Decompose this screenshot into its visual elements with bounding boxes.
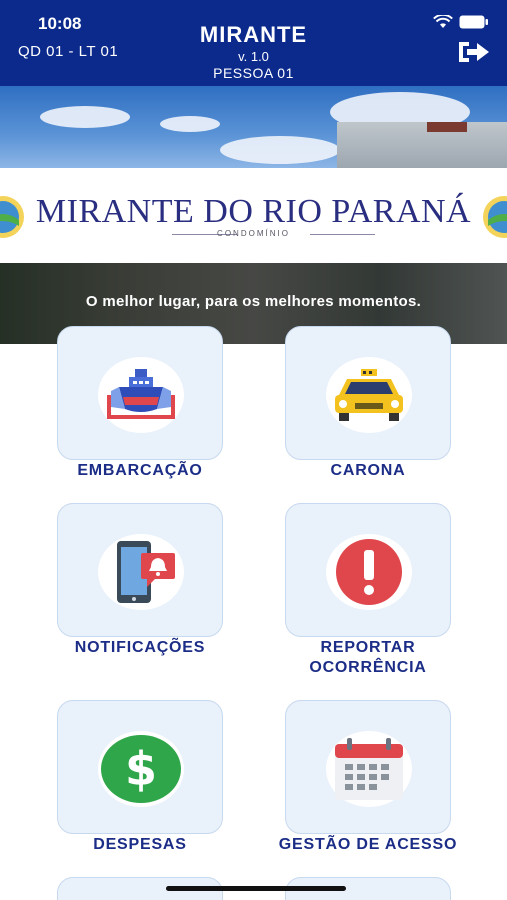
icon-circle: $ bbox=[98, 731, 184, 807]
tile-label-notificacoes: NOTIFICAÇÕES bbox=[74, 639, 206, 656]
building-roof bbox=[427, 122, 467, 132]
brand-subtitle: CONDOMÍNIO bbox=[217, 229, 290, 238]
tile-label-despesas: DESPESAS bbox=[93, 836, 187, 853]
hero-banner: MIRANTE DO RIO PARANÁ CONDOMÍNIO O melho… bbox=[0, 86, 507, 344]
svg-text:$: $ bbox=[125, 742, 157, 796]
cloud-shape bbox=[160, 116, 220, 132]
taxi-icon bbox=[335, 369, 403, 421]
cloud-shape bbox=[220, 136, 340, 164]
app-title: MIRANTE bbox=[199, 22, 308, 47]
alert-icon bbox=[336, 539, 402, 605]
battery-icon bbox=[459, 15, 488, 29]
icon-circle bbox=[326, 357, 412, 433]
logout-icon bbox=[459, 42, 489, 62]
wifi-icon bbox=[433, 15, 453, 28]
tagline: O melhor lugar, para os melhores momento… bbox=[85, 293, 422, 310]
app-header: 10:08 QD 01 - LT 01 MIRANTE v. 1.0 PESSO… bbox=[0, 0, 507, 86]
icon-circle bbox=[98, 357, 184, 433]
tile-notificacoes[interactable] bbox=[57, 503, 223, 637]
tile-label-gestao-acesso: GESTÃO DE ACESSO bbox=[278, 836, 458, 853]
brand-name: MIRANTE DO RIO PARANÁ bbox=[35, 193, 472, 230]
building-image bbox=[337, 122, 507, 172]
tile-label-reportar-line1: REPORTAR bbox=[320, 639, 416, 656]
boat-icon bbox=[107, 369, 175, 419]
tile-label-embarcacao: EMBARCAÇÃO bbox=[77, 462, 203, 479]
phone-notification-icon bbox=[117, 541, 175, 603]
tile-despesas[interactable]: $ bbox=[57, 700, 223, 834]
home-indicator[interactable] bbox=[166, 886, 346, 891]
tile-label-reportar-line2: OCORRÊNCIA bbox=[309, 659, 427, 676]
icon-circle bbox=[98, 534, 184, 610]
tile-embarcacao[interactable] bbox=[57, 326, 223, 460]
tile-reportar-ocorrencia[interactable] bbox=[285, 503, 451, 637]
tile-carona[interactable] bbox=[285, 326, 451, 460]
icon-circle bbox=[326, 534, 412, 610]
icon-circle bbox=[326, 731, 412, 807]
status-icons bbox=[433, 15, 489, 29]
cloud-shape bbox=[40, 106, 130, 128]
tile-label-carona: CARONA bbox=[330, 462, 406, 479]
calendar-icon bbox=[335, 738, 403, 800]
person-label: PESSOA 01 bbox=[213, 65, 294, 81]
dollar-icon: $ bbox=[101, 735, 181, 803]
logout-button[interactable] bbox=[453, 38, 493, 66]
tile-gestao-acesso[interactable] bbox=[285, 700, 451, 834]
app-version: v. 1.0 bbox=[238, 49, 269, 64]
